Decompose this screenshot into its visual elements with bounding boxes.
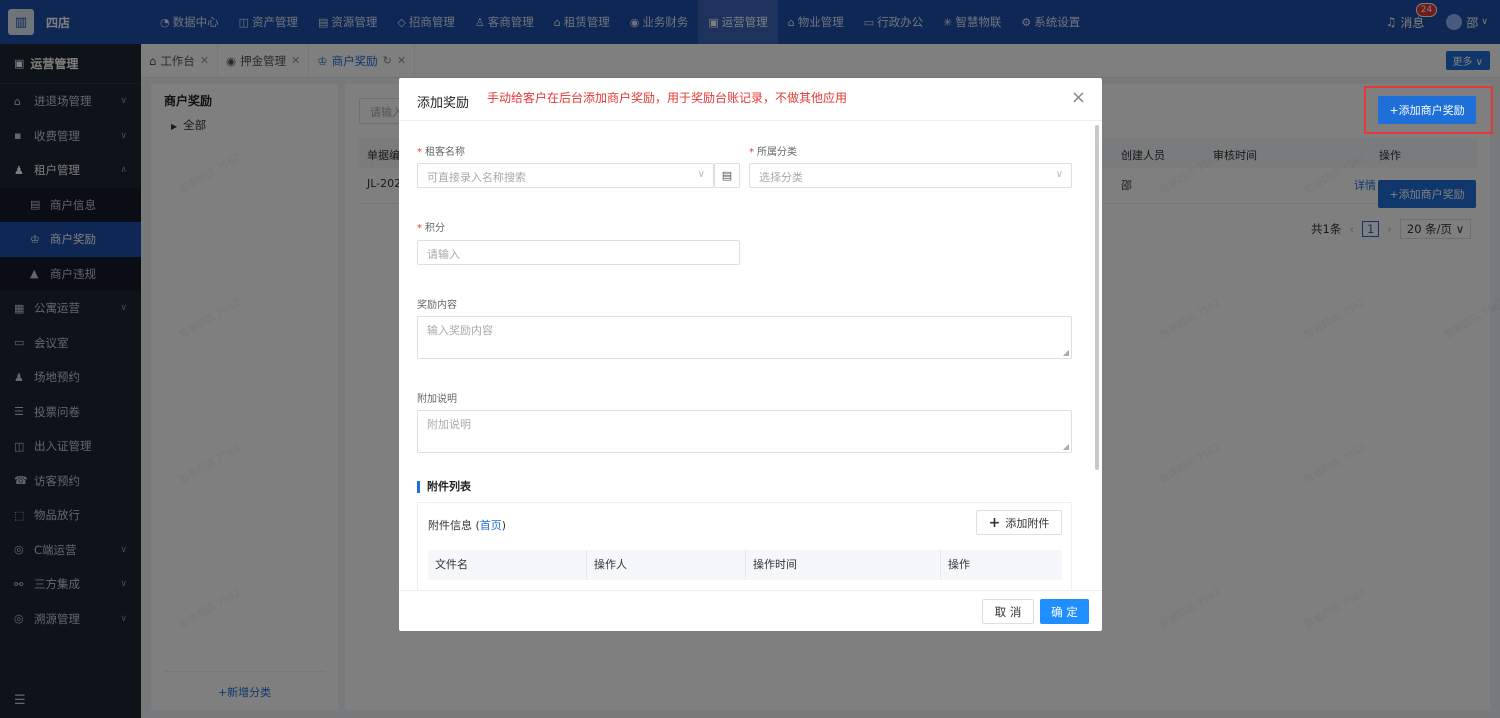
add-reward-dialog: 添加奖励 手动给客户在后台添加商户奖励，用于奖励台账记录，不做其他应用 × * 租… xyxy=(399,78,1102,631)
column-header: 操作 xyxy=(948,558,970,571)
attachment-info-title: 附件信息 (首页) xyxy=(428,517,506,533)
dialog-header: 添加奖励 手动给客户在后台添加商户奖励，用于奖励台账记录，不做其他应用 × xyxy=(399,78,1102,121)
column-header: 操作人 xyxy=(587,550,746,580)
category-select[interactable]: 选择分类 ∨ xyxy=(749,163,1072,188)
tenant-name-select[interactable]: 可直接录入名称搜索 ∨ xyxy=(417,163,714,188)
remark-placeholder: 附加说明 xyxy=(427,418,471,431)
dialog-scrollbar[interactable] xyxy=(1095,125,1099,470)
chevron-down-icon: ∨ xyxy=(1055,169,1063,180)
resize-handle-icon[interactable]: ◢ xyxy=(1063,442,1069,451)
remark-textarea[interactable]: 附加说明 ◢ xyxy=(417,410,1072,453)
dialog-footer: 取 消 确 定 xyxy=(399,590,1102,631)
column-header: 操作时间 xyxy=(746,550,941,580)
chevron-down-icon: ∨ xyxy=(697,169,705,180)
tenant-placeholder: 可直接录入名称搜索 xyxy=(427,171,526,184)
column-header: 文件名 xyxy=(428,550,587,580)
add-attachment-label: 添加附件 xyxy=(1005,516,1050,530)
category-placeholder: 选择分类 xyxy=(759,171,803,184)
attachment-info-suffix: ) xyxy=(501,519,507,532)
attachments-table-header: 文件名 操作人 操作时间 操作 xyxy=(428,550,1062,580)
points-label-text: 积分 xyxy=(425,223,445,234)
close-icon[interactable]: × xyxy=(1071,89,1086,107)
points-label: * 积分 xyxy=(417,223,445,234)
points-input[interactable]: 请输入 xyxy=(417,240,740,265)
remark-label: 附加说明 xyxy=(417,394,457,405)
dialog-body: * 租客名称 可直接录入名称搜索 ∨ ▤ * 所属分类 选择分类 ∨ * 积分 请输入… xyxy=(399,121,1102,590)
category-label-text: 所属分类 xyxy=(757,147,797,158)
attachment-home-link[interactable]: 首页 xyxy=(480,519,502,532)
attachments-panel: 附件信息 (首页) + 添加附件 文件名 操作人 操作时间 操作 xyxy=(417,502,1072,590)
reward-content-textarea[interactable]: 输入奖励内容 ◢ xyxy=(417,316,1072,359)
resize-handle-icon[interactable]: ◢ xyxy=(1063,348,1069,357)
add-merchant-reward-button-highlight[interactable]: +添加商户奖励 xyxy=(1378,96,1476,124)
content-label: 奖励内容 xyxy=(417,300,457,311)
points-placeholder: 请输入 xyxy=(427,248,460,261)
add-attachment-button[interactable]: + 添加附件 xyxy=(976,510,1062,535)
dialog-title: 添加奖励 xyxy=(417,96,470,111)
clipboard-icon[interactable]: ▤ xyxy=(714,163,740,188)
plus-icon: + xyxy=(988,514,1001,531)
dialog-annotation-note: 手动给客户在后台添加商户奖励，用于奖励台账记录，不做其他应用 xyxy=(487,91,848,105)
attachments-section-title: 附件列表 xyxy=(417,481,471,493)
attachment-info-prefix: 附件信息 ( xyxy=(428,519,480,532)
confirm-button[interactable]: 确 定 xyxy=(1040,599,1089,624)
tenant-label: * 租客名称 xyxy=(417,147,465,158)
cancel-button[interactable]: 取 消 xyxy=(982,599,1034,624)
content-placeholder: 输入奖励内容 xyxy=(427,324,493,337)
category-label: * 所属分类 xyxy=(749,147,797,158)
tenant-label-text: 租客名称 xyxy=(425,147,465,158)
